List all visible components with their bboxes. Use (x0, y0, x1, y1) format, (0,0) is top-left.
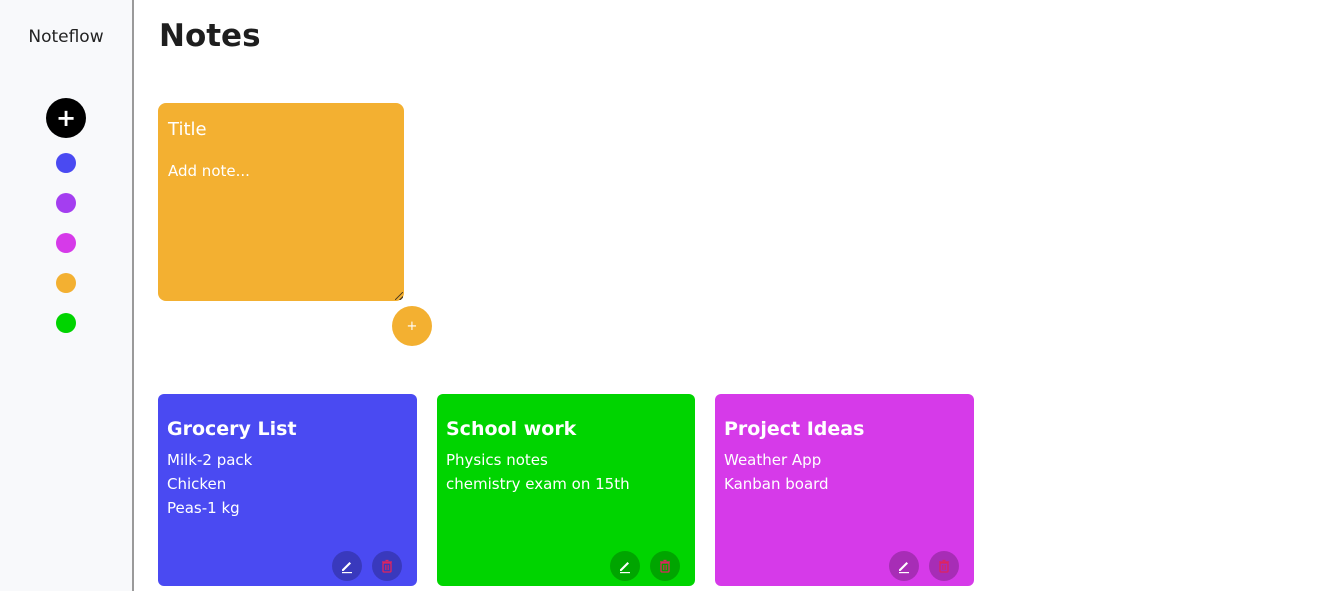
trash-icon (660, 559, 670, 573)
note-line: Chicken (167, 475, 227, 493)
new-note-button[interactable]: + (46, 98, 86, 138)
note-title: School work (446, 418, 577, 440)
note-title: Project Ideas (724, 418, 865, 440)
delete-note-button[interactable] (650, 551, 680, 581)
note-actions (610, 551, 680, 581)
note-card: School work Physics notes chemistry exam… (437, 394, 695, 586)
note-line: Milk-2 pack (167, 451, 253, 469)
app-brand: Noteflow (28, 27, 104, 47)
color-swatch-green[interactable] (56, 313, 76, 333)
color-swatch-blue[interactable] (56, 153, 76, 173)
title-input[interactable]: Title (168, 119, 394, 140)
pencil-icon (342, 562, 352, 574)
note-line: Kanban board (724, 475, 829, 493)
pencil-icon (899, 562, 909, 574)
note-line: Physics notes (446, 451, 548, 469)
trash-icon (939, 559, 949, 573)
edit-note-button[interactable] (889, 551, 919, 581)
note-card: Project Ideas Weather App Kanban board (715, 394, 974, 586)
note-actions (889, 551, 959, 581)
note-actions (332, 551, 402, 581)
pencil-icon (620, 562, 630, 574)
note-line: chemistry exam on 15th (446, 475, 630, 493)
note-title: Grocery List (167, 418, 297, 440)
note-composer: Title Add note... (158, 103, 404, 301)
trash-icon (382, 559, 392, 573)
edit-note-button[interactable] (332, 551, 362, 581)
color-swatch-purple[interactable] (56, 193, 76, 213)
note-line: Weather App (724, 451, 822, 469)
edit-note-button[interactable] (610, 551, 640, 581)
page-title: Notes (159, 18, 261, 54)
note-line: Peas-1 kg (167, 499, 240, 517)
delete-note-button[interactable] (929, 551, 959, 581)
color-swatch-orange[interactable] (56, 273, 76, 293)
resize-handle[interactable] (395, 292, 403, 300)
note-textarea[interactable]: Add note... (168, 162, 394, 180)
color-swatch-magenta[interactable] (56, 233, 76, 253)
add-note-button[interactable]: + (392, 306, 432, 346)
note-card: Grocery List Milk-2 pack Chicken Peas-1 … (158, 394, 417, 586)
sidebar: Noteflow + (0, 0, 134, 591)
delete-note-button[interactable] (372, 551, 402, 581)
